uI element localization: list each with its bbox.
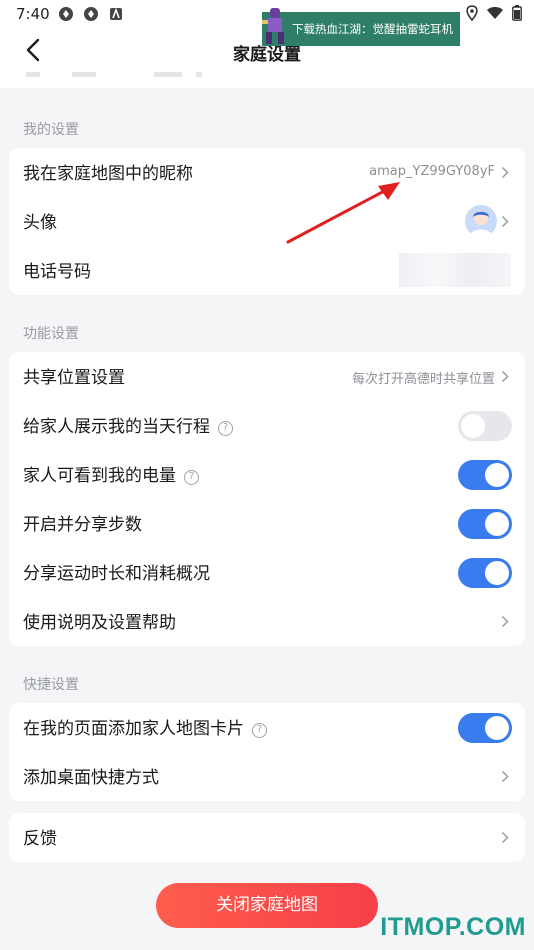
toggle-knob <box>485 716 509 740</box>
row-desktop-shortcut[interactable]: 添加桌面快捷方式 <box>9 752 525 801</box>
toggle-battery[interactable] <box>458 460 512 490</box>
close-family-map-button[interactable]: 关闭家庭地图 <box>156 883 378 928</box>
toggle-show-trip[interactable] <box>458 411 512 441</box>
row-add-card-label: 在我的页面添加家人地图卡片? <box>23 714 267 739</box>
help-icon[interactable]: ? <box>252 723 267 738</box>
row-add-card: 在我的页面添加家人地图卡片? <box>9 703 525 752</box>
redacted-phone-number <box>399 253 511 287</box>
status-time: 7:40 <box>16 5 50 23</box>
row-share-location-label: 共享位置设置 <box>23 368 125 388</box>
row-battery-label: 家人可看到我的电量? <box>23 461 199 486</box>
toggle-steps[interactable] <box>458 509 512 539</box>
chevron-right-icon <box>501 370 509 383</box>
chevron-right-icon <box>501 770 509 783</box>
toggle-sports[interactable] <box>458 558 512 588</box>
battery-icon <box>512 5 522 21</box>
help-icon[interactable]: ? <box>218 421 233 436</box>
avatar <box>465 205 497 237</box>
avatar-icon <box>469 211 493 237</box>
row-feedback-label: 反馈 <box>23 829 57 849</box>
section-label-my-settings: 我的设置 <box>23 122 79 138</box>
toggle-knob <box>485 561 509 585</box>
row-nickname[interactable]: 我在家庭地图中的昵称 amap_YZ99GY08yF <box>9 148 525 197</box>
toggle-add-card[interactable] <box>458 713 512 743</box>
card-my-settings: 我在家庭地图中的昵称 amap_YZ99GY08yF 头像 电话号码 <box>9 148 525 295</box>
watermark-logo: ITMOP.COM <box>380 913 526 941</box>
toggle-knob <box>485 463 509 487</box>
section-label-shortcut-settings: 快捷设置 <box>23 677 79 693</box>
row-sports-label: 分享运动时长和消耗概况 <box>23 564 210 584</box>
row-avatar[interactable]: 头像 <box>9 197 525 246</box>
scrolled-content-fragment <box>26 72 202 77</box>
row-avatar-label: 头像 <box>23 213 57 233</box>
notification-icon <box>59 7 73 21</box>
row-battery: 家人可看到我的电量? <box>9 450 525 499</box>
location-icon <box>466 5 478 21</box>
row-sports: 分享运动时长和消耗概况 <box>9 548 525 597</box>
section-label-feature-settings: 功能设置 <box>23 326 79 342</box>
chevron-right-icon <box>501 615 509 628</box>
card-feature-settings: 共享位置设置 每次打开高德时共享位置 给家人展示我的当天行程? 家人可看到我的电… <box>9 352 525 646</box>
wifi-icon <box>487 7 503 19</box>
status-icons-right <box>466 5 522 21</box>
ad-banner[interactable]: 下载热血江湖：觉醒抽雷蛇耳机 <box>262 8 460 46</box>
row-show-trip: 给家人展示我的当天行程? <box>9 401 525 450</box>
row-desktop-shortcut-label: 添加桌面快捷方式 <box>23 768 159 788</box>
chevron-right-icon <box>501 166 509 179</box>
row-nickname-label: 我在家庭地图中的昵称 <box>23 164 193 184</box>
row-share-location-value: 每次打开高德时共享位置 <box>351 372 495 387</box>
chevron-right-icon <box>501 831 509 844</box>
app-icon <box>110 7 122 20</box>
row-feedback[interactable]: 反馈 <box>9 813 525 862</box>
notification-icon <box>84 7 98 21</box>
row-help-label: 使用说明及设置帮助 <box>23 613 176 633</box>
row-steps: 开启并分享步数 <box>9 499 525 548</box>
toggle-knob <box>461 414 485 438</box>
chevron-right-icon <box>501 215 509 228</box>
toggle-knob <box>485 512 509 536</box>
card-shortcut-settings: 在我的页面添加家人地图卡片? 添加桌面快捷方式 <box>9 703 525 801</box>
row-phone[interactable]: 电话号码 <box>9 246 525 295</box>
row-share-location[interactable]: 共享位置设置 每次打开高德时共享位置 <box>9 352 525 401</box>
row-help[interactable]: 使用说明及设置帮助 <box>9 597 525 646</box>
ad-banner-text: 下载热血江湖：觉醒抽雷蛇耳机 <box>292 22 453 36</box>
row-steps-label: 开启并分享步数 <box>23 515 142 535</box>
card-feedback: 反馈 <box>9 813 525 862</box>
game-character-icon <box>262 8 284 44</box>
row-show-trip-label: 给家人展示我的当天行程? <box>23 412 233 437</box>
annotation-arrow-icon <box>286 182 400 244</box>
row-phone-label: 电话号码 <box>23 262 91 282</box>
help-icon[interactable]: ? <box>184 470 199 485</box>
